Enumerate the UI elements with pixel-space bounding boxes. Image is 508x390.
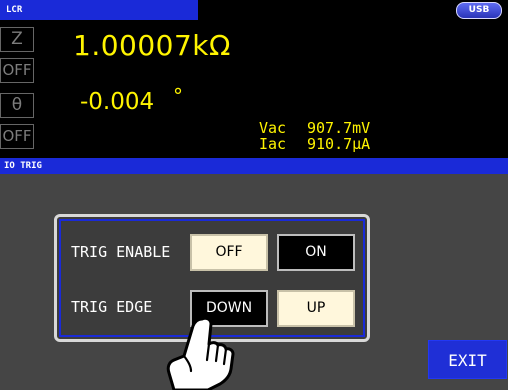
off-button-1[interactable]: OFF [0,58,34,83]
phase-reading: -0.004 [80,89,155,115]
exit-button[interactable]: EXIT [428,340,507,379]
vac-value: 907.7mV [307,119,371,137]
main-reading: 1.00007kΩ [73,29,231,62]
parameter-theta-button[interactable]: θ [0,93,34,118]
trig-enable-on-button[interactable]: ON [277,234,355,271]
section-title-bar: IO TRIG [0,158,508,174]
usb-badge: USB [456,2,502,19]
vac-label: Vac [259,119,287,137]
trig-edge-label: TRIG EDGE [71,298,153,316]
pointing-hand-icon [166,316,235,390]
monitor-values: 907.7mV 910.7μA [307,120,370,152]
monitor-labels: Vac Iac [259,120,286,152]
phase-unit: ° [173,84,183,108]
mode-tab: LCR [0,0,198,20]
top-bar: LCR USB [0,0,508,20]
trig-edge-up-button[interactable]: UP [277,290,355,327]
iac-label: Iac [259,135,287,153]
parameter-z-button[interactable]: Z [0,27,34,52]
iac-value: 910.7μA [307,135,371,153]
lcr-screen: LCR USB Z OFF θ OFF 1.00007kΩ -0.004 ° V… [0,0,508,390]
trig-enable-off-button[interactable]: OFF [190,234,268,271]
trig-enable-label: TRIG ENABLE [71,243,171,261]
off-button-2[interactable]: OFF [0,124,34,149]
